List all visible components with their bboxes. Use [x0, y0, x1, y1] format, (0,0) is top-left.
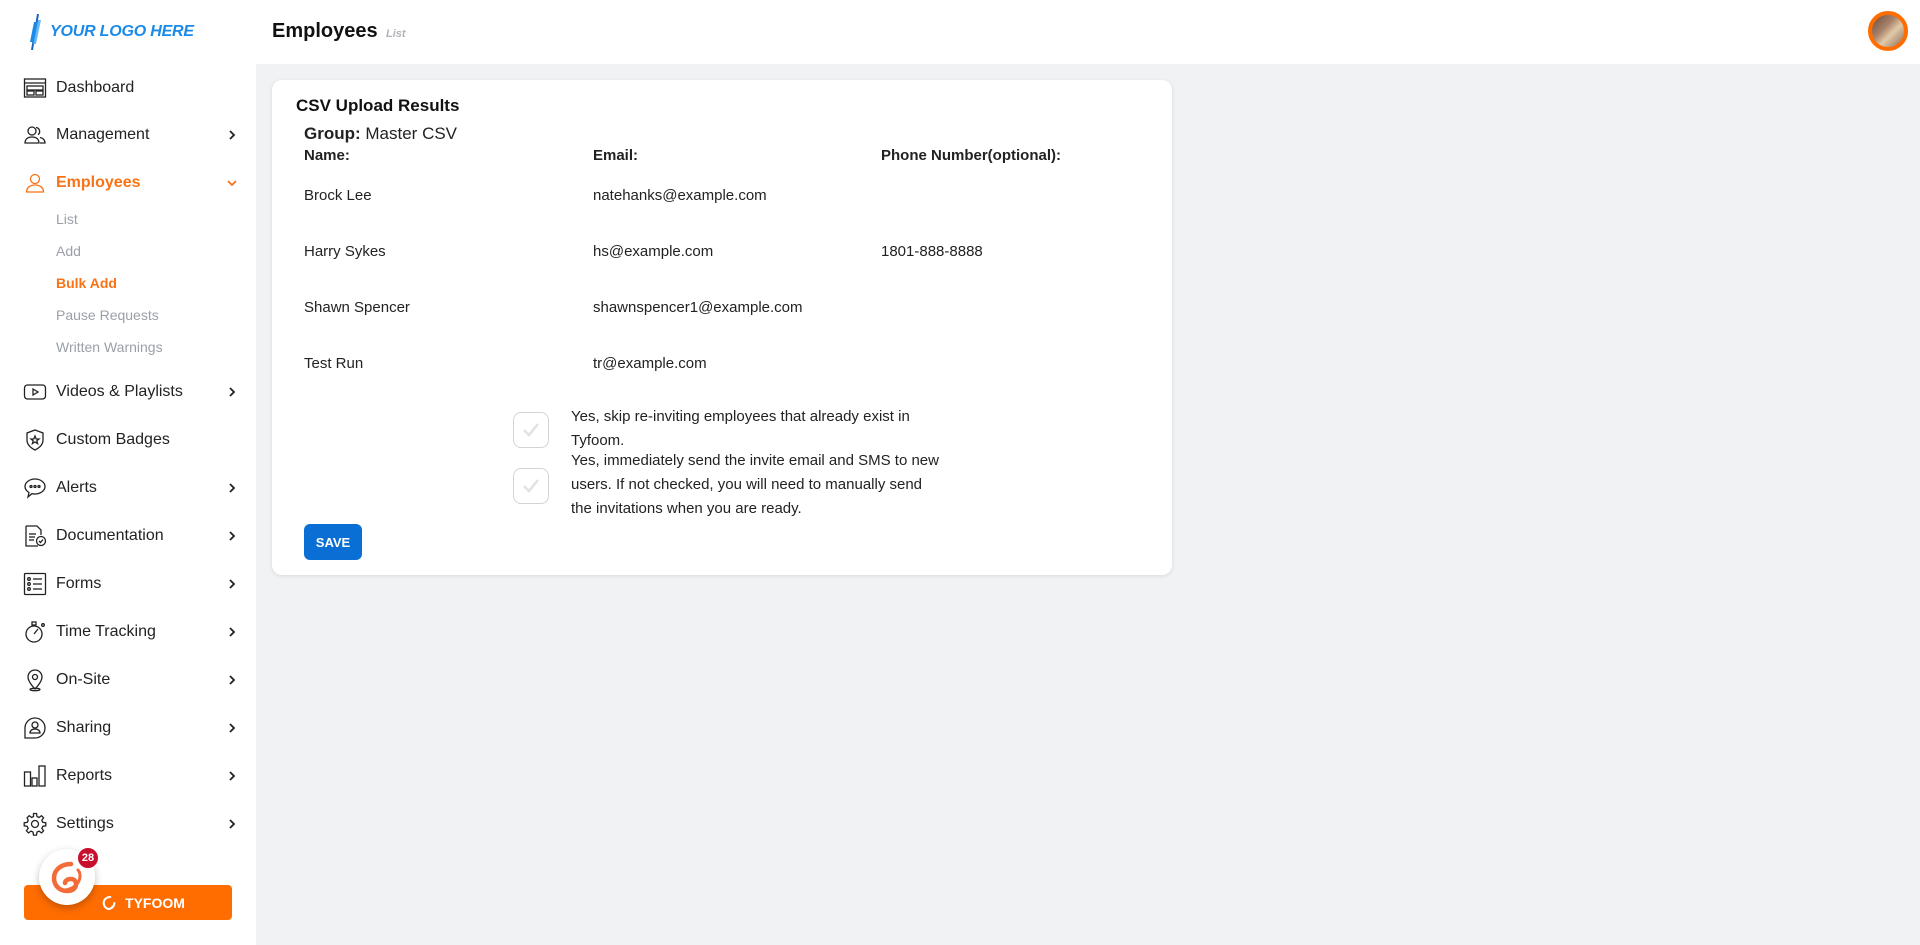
column-header-phone: Phone Number(optional): — [881, 147, 1061, 164]
sidebar-item-employees[interactable]: Employees — [0, 165, 256, 201]
users-icon — [23, 123, 47, 147]
sidebar-item-dashboard[interactable]: Dashboard — [0, 70, 256, 106]
sidebar: YOUR LOGO HERE Dashboard Management Empl… — [0, 0, 256, 945]
sidebar-item-label: Videos & Playlists — [56, 383, 183, 400]
chevron-right-icon — [225, 529, 239, 543]
sidebar-item-label: Settings — [56, 815, 114, 832]
row-email: natehanks@example.com — [593, 187, 767, 204]
sidebar-item-videos-playlists[interactable]: Videos & Playlists — [0, 374, 256, 410]
sidebar-item-documentation[interactable]: Documentation — [0, 518, 256, 554]
group-info: Group: Master CSV — [304, 124, 457, 144]
logo[interactable]: YOUR LOGO HERE — [28, 12, 194, 52]
user-avatar[interactable] — [1868, 11, 1908, 51]
csv-upload-results-card: CSV Upload Results Group: Master CSV Nam… — [272, 80, 1172, 575]
column-header-email: Email: — [593, 147, 639, 164]
sidebar-subitem-pause-requests[interactable]: Pause Requests — [56, 305, 159, 325]
sidebar-item-on-site[interactable]: On-Site — [0, 662, 256, 698]
sidebar-item-label: Management — [56, 126, 150, 143]
row-name: Harry Sykes — [304, 243, 386, 260]
checkmark-icon — [523, 479, 539, 493]
map-pin-icon — [23, 668, 47, 692]
sidebar-item-custom-badges[interactable]: Custom Badges — [0, 422, 256, 458]
sidebar-item-label: Sharing — [56, 719, 112, 736]
sidebar-subitem-bulk-add[interactable]: Bulk Add — [56, 273, 117, 293]
chevron-right-icon — [225, 721, 239, 735]
row-phone: 1801-888-8888 — [881, 243, 983, 260]
logo-mark-icon — [30, 14, 41, 50]
sidebar-item-label: Documentation — [56, 527, 164, 544]
row-name: Shawn Spencer — [304, 299, 410, 316]
sidebar-subitem-list[interactable]: List — [56, 209, 78, 229]
user-icon — [23, 171, 47, 195]
logo-text: YOUR LOGO HERE — [50, 23, 194, 40]
chevron-right-icon — [225, 481, 239, 495]
notification-count-badge: 28 — [77, 847, 99, 869]
skip-reinvite-label: Yes, skip re-inviting employees that alr… — [571, 408, 910, 449]
row-email: shawnspencer1@example.com — [593, 299, 803, 316]
document-check-icon — [23, 524, 47, 548]
chevron-right-icon — [225, 625, 239, 639]
share-user-icon — [23, 716, 47, 740]
sidebar-item-forms[interactable]: Forms — [0, 566, 256, 602]
tyfoom-button-label: TYFOOM — [125, 894, 185, 911]
sidebar-item-label: Time Tracking — [56, 623, 156, 640]
sidebar-subitem-add[interactable]: Add — [56, 241, 81, 261]
sidebar-item-label: Forms — [56, 575, 102, 592]
top-header: Employees List — [256, 0, 1920, 64]
chevron-right-icon — [225, 128, 239, 142]
save-button[interactable]: SAVE — [304, 524, 362, 560]
tyfoom-logo-icon — [102, 895, 116, 910]
sidebar-item-reports[interactable]: Reports — [0, 758, 256, 794]
sidebar-item-management[interactable]: Management — [0, 117, 256, 153]
sidebar-item-label: Custom Badges — [56, 431, 170, 448]
row-email: tr@example.com — [593, 355, 707, 372]
badge-icon — [23, 428, 47, 452]
gear-icon — [23, 812, 47, 836]
group-value: Master CSV — [365, 124, 458, 143]
sidebar-item-label: Alerts — [56, 479, 97, 496]
page-subtitle: List — [386, 28, 406, 40]
send-invite-label: Yes, immediately send the invite email a… — [571, 452, 939, 517]
sidebar-item-label: Dashboard — [56, 79, 135, 96]
row-name: Test Run — [304, 355, 364, 372]
chevron-right-icon — [225, 769, 239, 783]
video-icon — [23, 380, 47, 404]
row-email: hs@example.com — [593, 243, 714, 260]
list-icon — [23, 572, 47, 596]
card-title: CSV Upload Results — [296, 96, 460, 115]
page-title: Employees — [272, 20, 378, 42]
dashboard-icon — [23, 76, 47, 100]
chevron-right-icon — [225, 817, 239, 831]
group-label: Group: — [304, 124, 361, 143]
checkmark-icon — [523, 423, 539, 437]
sidebar-item-label: On-Site — [56, 671, 111, 688]
row-name: Brock Lee — [304, 187, 372, 204]
sidebar-subitem-written-warnings[interactable]: Written Warnings — [56, 337, 163, 357]
chevron-right-icon — [225, 385, 239, 399]
chevron-down-icon — [225, 176, 239, 190]
skip-reinvite-checkbox[interactable] — [513, 412, 549, 448]
chevron-right-icon — [225, 577, 239, 591]
bar-chart-icon — [23, 764, 47, 788]
send-invite-checkbox[interactable] — [513, 468, 549, 504]
sidebar-item-label: Employees — [56, 174, 141, 191]
sidebar-item-label: Reports — [56, 767, 113, 784]
column-header-name: Name: — [304, 147, 350, 164]
stopwatch-icon — [23, 620, 47, 644]
sidebar-item-time-tracking[interactable]: Time Tracking — [0, 614, 256, 650]
chevron-right-icon — [225, 673, 239, 687]
sidebar-item-sharing[interactable]: Sharing — [0, 710, 256, 746]
chat-bubble-icon — [23, 476, 47, 500]
sidebar-item-settings[interactable]: Settings — [0, 806, 256, 842]
sidebar-item-alerts[interactable]: Alerts — [0, 470, 256, 506]
